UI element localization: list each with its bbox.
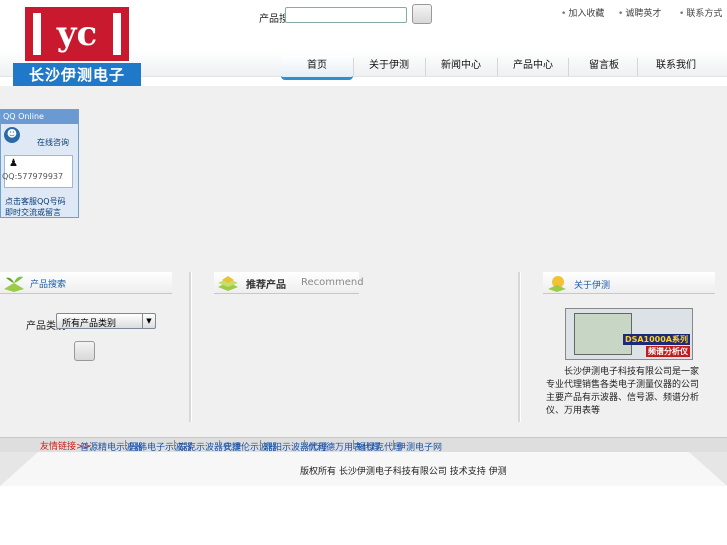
nav-tab-guestbook[interactable]: 留言板 [568, 55, 640, 77]
category-selected-value: 所有产品类别 [62, 319, 117, 329]
footer-corner-decoration [0, 452, 38, 486]
qq-contact-box[interactable]: ♟ QQ:577979937 [2, 155, 73, 188]
qq-number[interactable]: QQ:577979937 [2, 172, 63, 181]
about-text-line-1: 长沙伊测电子科技有限公司是一家 [564, 367, 700, 377]
about-text-line-2: 专业代理销售各类电子测量仪器的公司 [546, 380, 700, 390]
link-separator: | [124, 440, 128, 450]
footer-corner-decoration [689, 452, 727, 486]
product-search-header: 产品搜索 [0, 272, 172, 294]
product-search-button[interactable] [74, 341, 95, 361]
link-separator: | [352, 440, 356, 450]
footer-copyright: 版权所有 长沙伊测电子科技有限公司 技术支持 伊测 [300, 467, 507, 477]
careers-link[interactable]: • 诚聘英才 [618, 6, 661, 19]
bullet-icon: • [561, 9, 567, 19]
link-separator: | [218, 440, 222, 450]
link-separator: | [259, 440, 263, 450]
logo-company-name: 长沙伊测电子 [13, 63, 141, 87]
about-header: 关于伊测 [543, 272, 715, 294]
svg-text:yc: yc [56, 14, 97, 54]
search-input[interactable] [285, 7, 407, 23]
add-favorite-label: 加入收藏 [568, 9, 605, 19]
qq-footer-line-2: 即时交流或留言 [5, 208, 61, 217]
link-separator: | [303, 440, 307, 450]
product-search-title: 产品搜索 [30, 280, 67, 290]
nav-tab-products[interactable]: 产品中心 [497, 55, 569, 77]
recommend-header: 推荐产品 Recommend [214, 272, 364, 294]
bullet-icon: • [618, 9, 624, 19]
recommend-subtitle: Recommend [301, 277, 364, 288]
recommend-title: 推荐产品 [246, 280, 286, 291]
site-logo[interactable]: yc 长沙伊测电子 [13, 5, 141, 87]
nav-tab-contact[interactable]: 联系我们 [640, 55, 712, 77]
column-divider [518, 272, 521, 422]
search-button[interactable] [412, 4, 432, 24]
nav-tab-news[interactable]: 新闻中心 [425, 55, 497, 77]
friend-links-bar: 友情链接>> 普源精电示波器 | 固纬电子示波器 | 泰克示波器代理 | 安捷伦… [0, 437, 727, 453]
nav-separator [637, 58, 638, 76]
spectrum-analyzer-image[interactable]: DSA1000A系列 频谱分析仪 [565, 308, 693, 360]
qq-consult-link[interactable]: 在线咨询 [37, 137, 69, 148]
qq-online-widget: QQ Online ☻ 在线咨询 ♟ QQ:577979937 点击客服QQ号码… [0, 109, 79, 218]
nav-tab-home[interactable]: 首页 [281, 55, 353, 80]
dropdown-arrow-icon: ▼ [142, 314, 155, 328]
nav-tab-about[interactable]: 关于伊测 [353, 55, 425, 77]
category-select[interactable]: 所有产品类别 ▼ [56, 313, 156, 329]
qq-footer-line-1: 点击客服QQ号码 [5, 197, 66, 206]
image-label-series: DSA1000A系列 [622, 334, 690, 345]
plant-icon [4, 276, 24, 292]
idea-icon [548, 276, 566, 292]
link-separator: | [173, 440, 177, 450]
contact-link[interactable]: • 联系方式 [679, 6, 722, 19]
page-footer: 版权所有 长沙伊测电子科技有限公司 技术支持 伊测 [0, 452, 727, 486]
add-favorite-link[interactable]: • 加入收藏 [561, 6, 604, 19]
about-text-line-3: 主要产品有示波器、信号源、频谱分析 [546, 393, 700, 403]
qq-widget-header: QQ Online [1, 110, 78, 124]
image-label-product: 频谱分析仪 [646, 346, 690, 357]
about-text-line-4: 仪、万用表等 [546, 406, 601, 416]
qq-small-penguin-icon: ♟ [9, 158, 18, 169]
contact-label: 联系方式 [686, 9, 723, 19]
about-title: 关于伊测 [574, 281, 611, 291]
logo-monogram: yc [23, 5, 131, 63]
link-separator: | [392, 440, 396, 450]
stack-icon [218, 276, 238, 291]
column-divider [189, 272, 192, 422]
careers-label: 诚聘英才 [625, 9, 662, 19]
bullet-icon: • [679, 9, 685, 19]
qq-penguin-icon: ☻ [4, 127, 20, 143]
